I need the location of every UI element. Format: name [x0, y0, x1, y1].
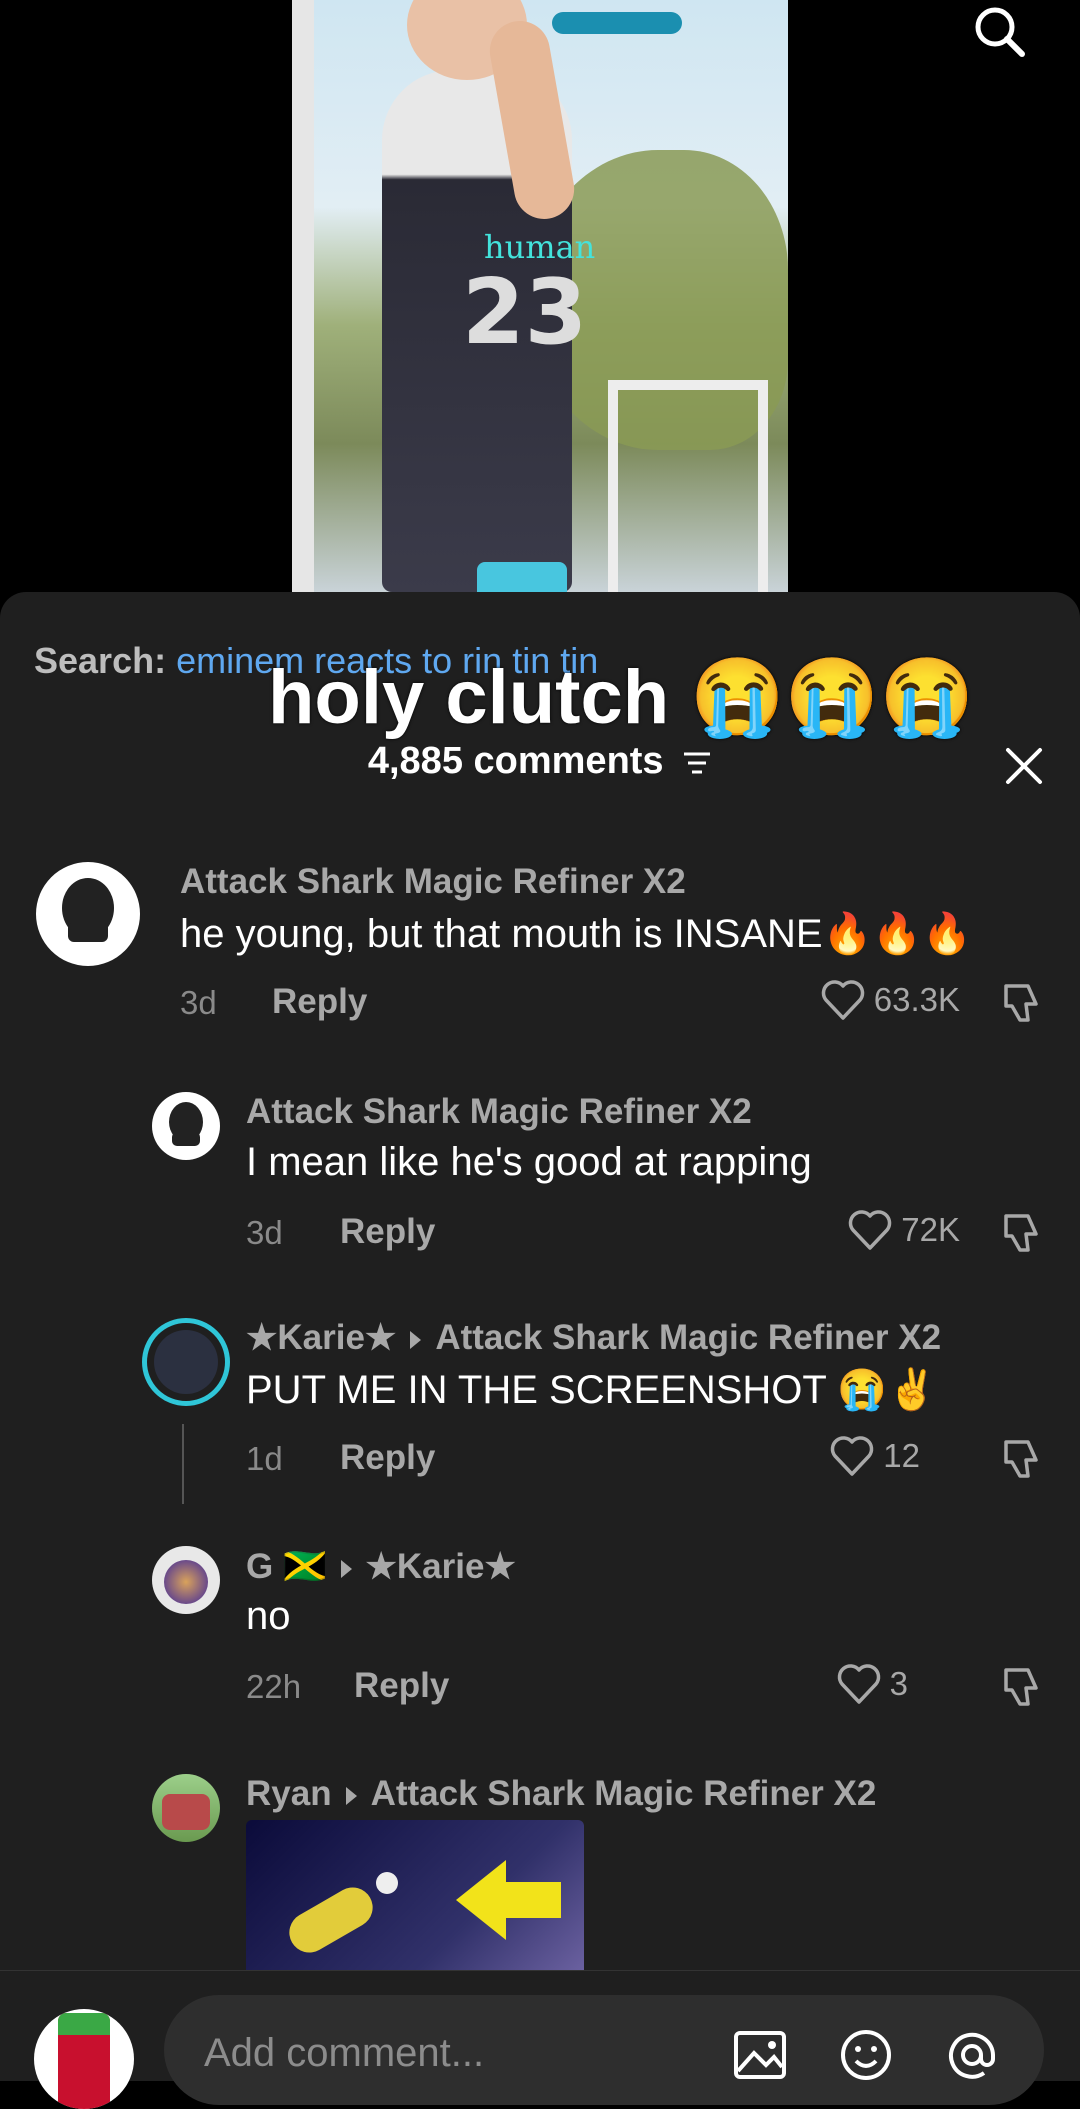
avatar[interactable] [152, 1774, 220, 1842]
sort-filter-icon[interactable] [682, 750, 712, 776]
dislike-icon[interactable] [998, 1210, 1044, 1256]
comment-item: G 🇯🇲 ★Karie★ no 22h Reply 3 [0, 1546, 1080, 1706]
heart-icon [849, 1210, 892, 1250]
like-count: 12 [883, 1437, 920, 1474]
comment-text: he young, but that mouth is INSANE🔥🔥🔥 [180, 912, 972, 956]
comment-username[interactable]: G 🇯🇲 ★Karie★ [246, 1546, 516, 1587]
mouse-icon [169, 1102, 203, 1146]
avatar[interactable] [142, 1318, 230, 1406]
comment-username[interactable]: Attack Shark Magic Refiner X2 [180, 862, 686, 902]
like-count: 3 [889, 1665, 908, 1702]
comment-composer: Add comment... [0, 1970, 1080, 2109]
avatar-image [164, 1560, 208, 1604]
comments-sheet: Search: eminem reacts to rin tin tin holy… [0, 592, 1080, 2080]
comments-header: 4,885 comments [0, 740, 1080, 783]
comment-item: Attack Shark Magic Refiner X2 he young, … [0, 862, 1080, 1022]
search-icon[interactable] [970, 2, 1030, 62]
reply-arrow-icon [345, 1786, 357, 1805]
add-comment-placeholder: Add comment... [204, 2031, 485, 2075]
reply-button[interactable]: Reply [340, 1212, 435, 1252]
avatar[interactable] [152, 1546, 220, 1614]
my-avatar[interactable] [34, 2009, 134, 2109]
emoji-icon[interactable] [838, 2027, 894, 2083]
video-player[interactable]: 23 human [292, 0, 788, 592]
dislike-icon[interactable] [998, 1664, 1044, 1710]
comments-count: 4,885 comments [367, 740, 664, 782]
mention-icon[interactable] [944, 2027, 1000, 2083]
like-button[interactable]: 3 [836, 1662, 908, 1706]
video-performer-shoes [477, 562, 567, 592]
avatar[interactable] [36, 862, 140, 966]
video-jersey-number: 23 [462, 260, 588, 365]
search-label: Search: [34, 640, 167, 681]
comment-username[interactable]: Ryan Attack Shark Magic Refiner X2 [246, 1774, 876, 1814]
video-caption: holy clutch 😭😭😭 [268, 655, 975, 740]
comment-username[interactable]: ★Karie★ Attack Shark Magic Refiner X2 [246, 1318, 941, 1358]
image-arrow-head [456, 1860, 506, 1940]
avatar-can-top [58, 2013, 110, 2035]
comment-age: 3d [246, 1214, 283, 1251]
comment-author[interactable]: G 🇯🇲 [246, 1547, 327, 1586]
comment-age: 1d [246, 1440, 283, 1477]
heart-icon [821, 980, 864, 1020]
video-background-pole [292, 0, 314, 592]
reply-arrow-icon [340, 1559, 352, 1578]
like-count: 72K [901, 1211, 960, 1248]
reply-button[interactable]: Reply [340, 1438, 435, 1478]
video-microphone [552, 12, 682, 34]
reply-button[interactable]: Reply [272, 982, 367, 1022]
avatar[interactable] [152, 1092, 220, 1160]
comment-text: no [246, 1594, 291, 1638]
avatar-image [162, 1794, 210, 1830]
comment-age: 3d [180, 984, 217, 1021]
avatar-image [154, 1330, 218, 1394]
comment-text: PUT ME IN THE SCREENSHOT 😭✌️ [246, 1368, 937, 1412]
video-overlay-text: human [484, 228, 596, 266]
comment-item: Attack Shark Magic Refiner X2 I mean lik… [0, 1092, 1080, 1252]
reply-button[interactable]: Reply [354, 1666, 449, 1706]
dislike-icon[interactable] [998, 1436, 1044, 1482]
image-goalkeeper [282, 1880, 380, 1960]
reply-to-user[interactable]: ★Karie★ [366, 1547, 516, 1586]
heart-icon [837, 1664, 880, 1704]
image-icon[interactable] [732, 2027, 788, 2083]
close-icon[interactable] [1002, 744, 1046, 788]
reply-to-user[interactable]: Attack Shark Magic Refiner X2 [371, 1774, 877, 1813]
like-count: 63.3K [873, 981, 960, 1018]
like-button[interactable]: 12 [829, 1434, 920, 1478]
comment-text: I mean like he's good at rapping [246, 1140, 812, 1184]
mouse-icon [62, 878, 114, 942]
like-button[interactable]: 63.3K [820, 978, 960, 1022]
comment-author[interactable]: Ryan [246, 1774, 332, 1813]
like-button[interactable]: 72K [847, 1208, 960, 1252]
reply-to-user[interactable]: Attack Shark Magic Refiner X2 [435, 1318, 941, 1357]
comment-age: 22h [246, 1668, 302, 1705]
add-comment-input[interactable]: Add comment... [164, 1995, 1044, 2105]
dislike-icon[interactable] [998, 980, 1044, 1026]
comment-author[interactable]: ★Karie★ [246, 1318, 396, 1357]
image-arrow-shaft [501, 1882, 561, 1918]
reply-arrow-icon [410, 1330, 422, 1349]
comment-username[interactable]: Attack Shark Magic Refiner X2 [246, 1092, 752, 1132]
image-ball [376, 1872, 398, 1894]
heart-icon [831, 1436, 874, 1476]
video-background-railing [608, 380, 768, 592]
comment-item: ★Karie★ Attack Shark Magic Refiner X2 PUT… [0, 1318, 1080, 1478]
